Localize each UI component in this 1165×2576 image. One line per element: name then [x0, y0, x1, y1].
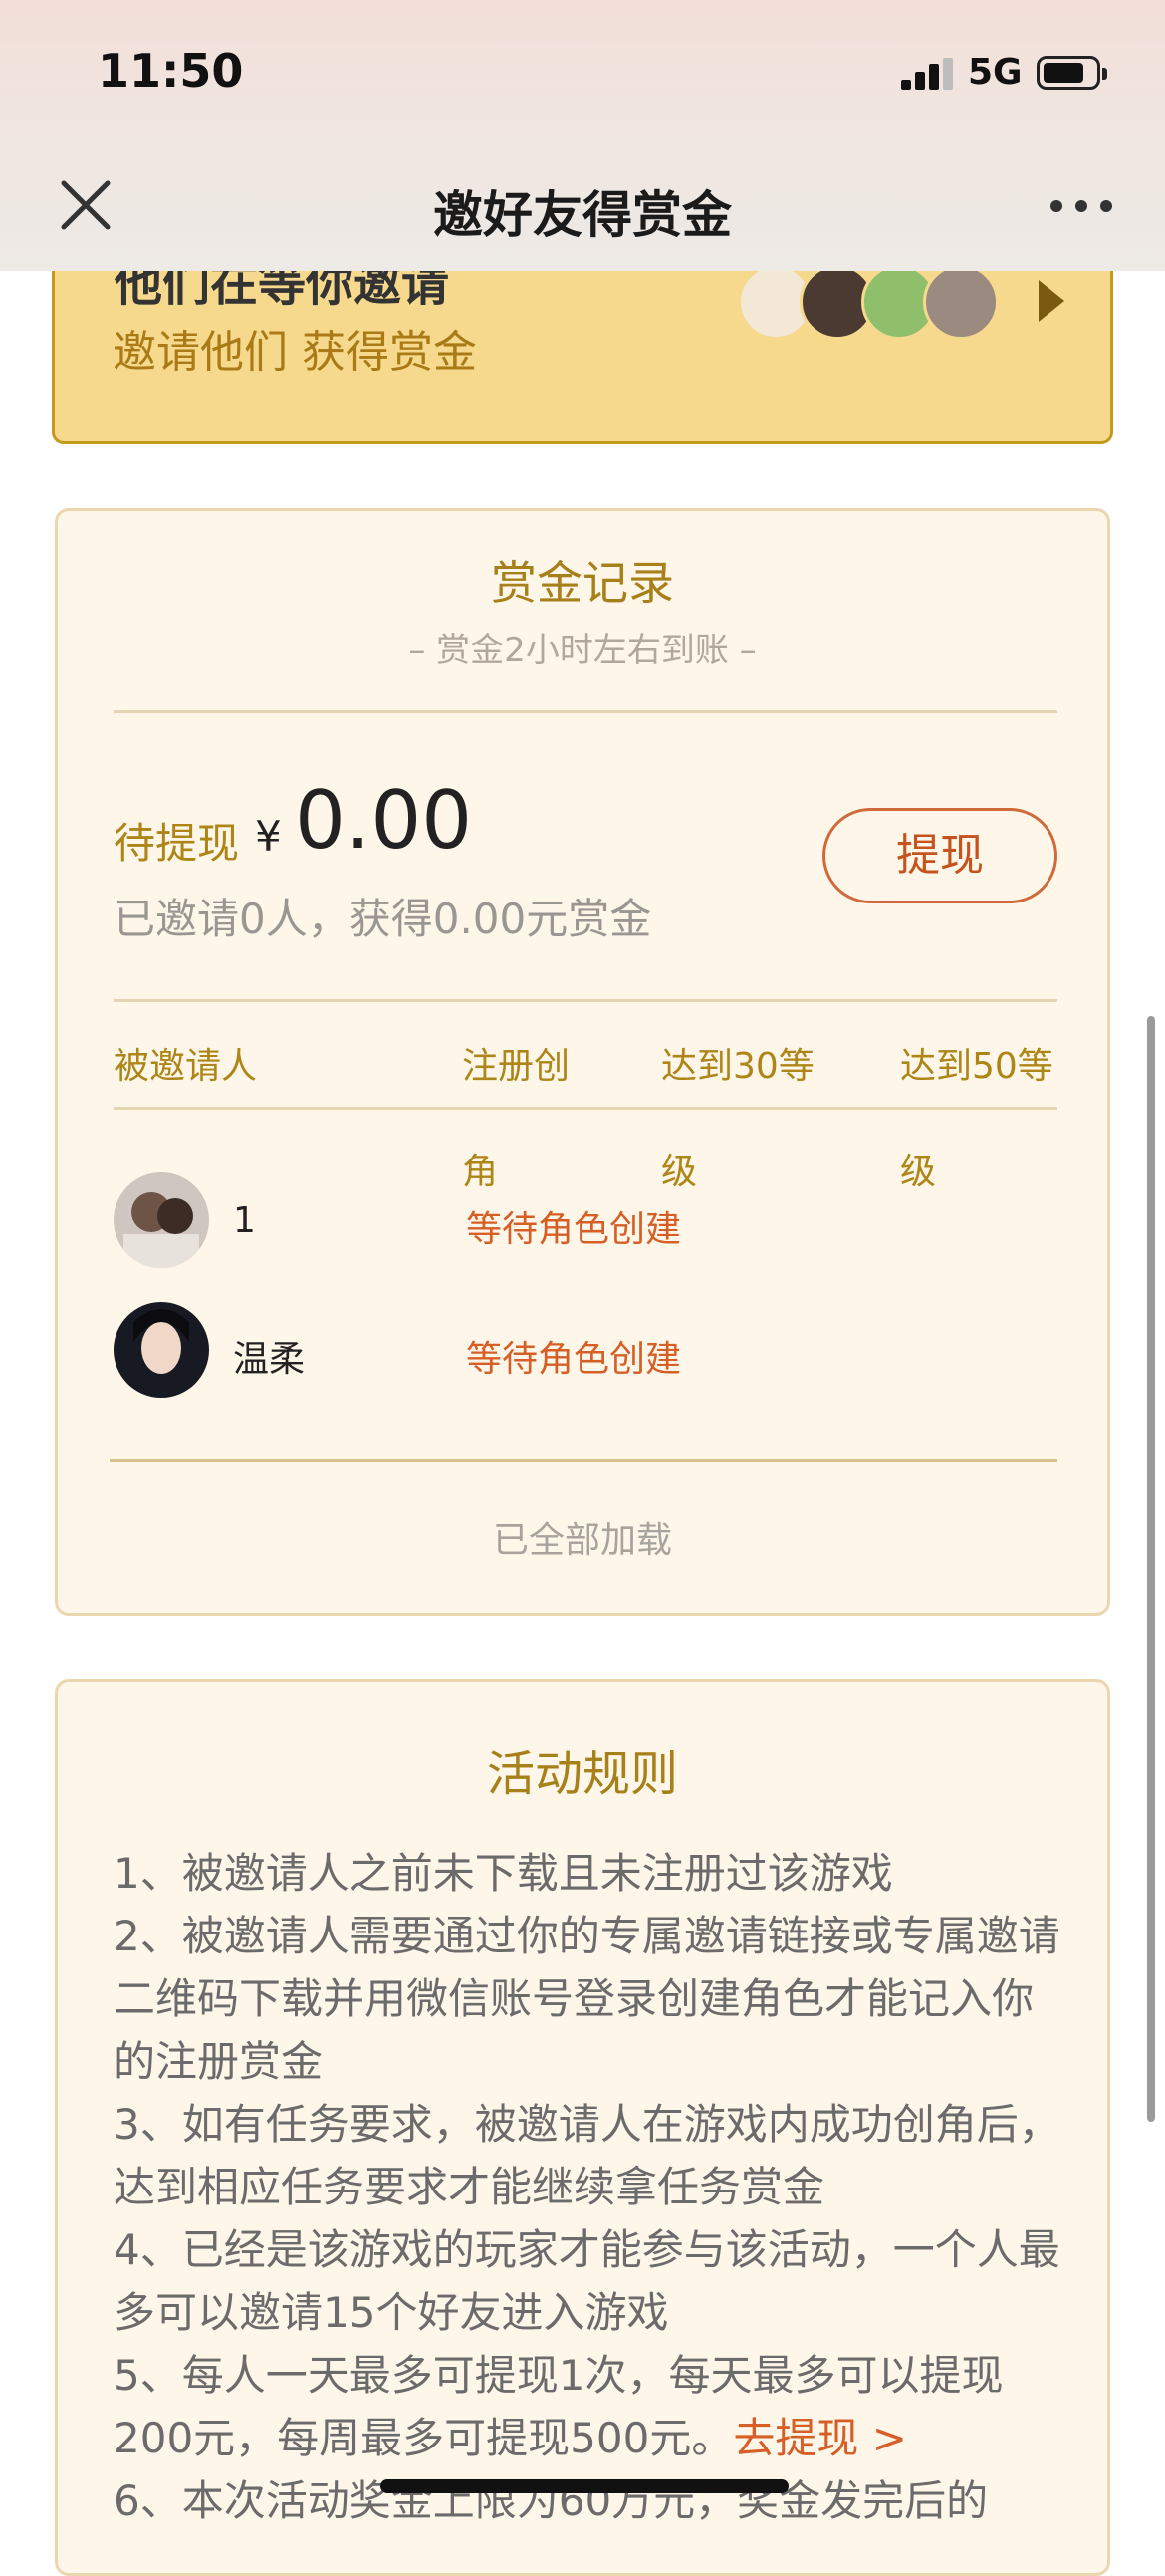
- column-header-register-cont: 角: [462, 1152, 499, 1192]
- network-type: 5G: [968, 52, 1023, 93]
- top-bar: 11:50 5G 邀好友得赏金: [0, 0, 1165, 271]
- column-header-invitee: 被邀请人: [114, 1046, 258, 1087]
- avatar: [114, 1172, 209, 1268]
- column-header-level50: 达到50等: [900, 1046, 1053, 1087]
- invitee-status: 等待角色创建: [466, 1339, 682, 1380]
- friend-avatars: [738, 264, 1027, 340]
- page-title: 邀好友得赏金: [433, 186, 732, 244]
- rule-item: 4、已经是该游戏的玩家才能参与该活动，一个人最多可以邀请15个好友进入游戏: [114, 2225, 1060, 2337]
- chevron-right-icon[interactable]: [1031, 276, 1070, 326]
- banner-subtitle: 邀请他们 获得赏金: [113, 327, 477, 378]
- column-header-level30: 达到30等: [661, 1046, 815, 1087]
- scrollbar[interactable]: [1147, 1016, 1155, 2122]
- rule-item: 5、每人一天最多可提现1次，每天最多可以提现200元，每周最多可提现500元。去…: [114, 2344, 1069, 2469]
- invite-summary: 已邀请0人，获得0.00元赏金: [114, 895, 652, 943]
- rules-list: 1、被邀请人之前未下载且未注册过该游戏 2、被邀请人需要通过你的专属邀请链接或专…: [114, 1842, 1069, 2532]
- divider: [114, 999, 1057, 1002]
- invitee-status: 等待角色创建: [466, 1209, 682, 1250]
- bounty-title: 赏金记录: [491, 556, 674, 610]
- rule-item: 1、被邀请人之前未下载且未注册过该游戏: [114, 1849, 893, 1898]
- column-header-register: 注册创: [462, 1046, 571, 1087]
- bounty-subtitle: – 赏金2小时左右到账 –: [408, 631, 757, 670]
- rule-item: 3、如有任务要求，被邀请人在游戏内成功创角后，达到相应任务要求才能继续拿任务赏金: [114, 2100, 1060, 2211]
- battery-icon: [1037, 56, 1107, 90]
- signal-icon: [901, 58, 953, 90]
- rule-item: 2、被邀请人需要通过你的专属邀请链接或专属邀请二维码下载并用微信账号登录创建角色…: [114, 1912, 1060, 2086]
- divider: [114, 710, 1057, 713]
- avatar: [114, 1302, 209, 1398]
- rules-title: 活动规则: [486, 1746, 678, 1802]
- column-header-level30-cont: 级: [661, 1152, 698, 1192]
- divider: [110, 1459, 1057, 1462]
- all-loaded-text: 已全部加载: [492, 1520, 672, 1561]
- withdraw-link[interactable]: 去提现 >: [733, 2414, 907, 2462]
- divider: [114, 1107, 1057, 1110]
- invitee-name: 1: [233, 1200, 256, 1241]
- friend-avatar: [923, 264, 999, 340]
- invitee-name: 温柔: [233, 1339, 306, 1380]
- more-dots-icon[interactable]: [1049, 199, 1113, 213]
- column-header-level50-cont: 级: [900, 1152, 937, 1192]
- pending-label: 待提现: [114, 819, 240, 868]
- pending-amount: 0.00: [295, 774, 473, 867]
- rules-card: 活动规则 1、被邀请人之前未下载且未注册过该游戏 2、被邀请人需要通过你的专属邀…: [55, 1679, 1110, 2576]
- currency-symbol: ¥: [255, 812, 282, 861]
- withdraw-button[interactable]: 提现: [822, 808, 1057, 903]
- home-indicator[interactable]: [380, 2479, 789, 2493]
- bounty-record-card: 赏金记录 – 赏金2小时左右到账 – 待提现 ¥ 0.00 已邀请0人，获得0.…: [55, 508, 1110, 1616]
- status-time: 11:50: [98, 44, 244, 98]
